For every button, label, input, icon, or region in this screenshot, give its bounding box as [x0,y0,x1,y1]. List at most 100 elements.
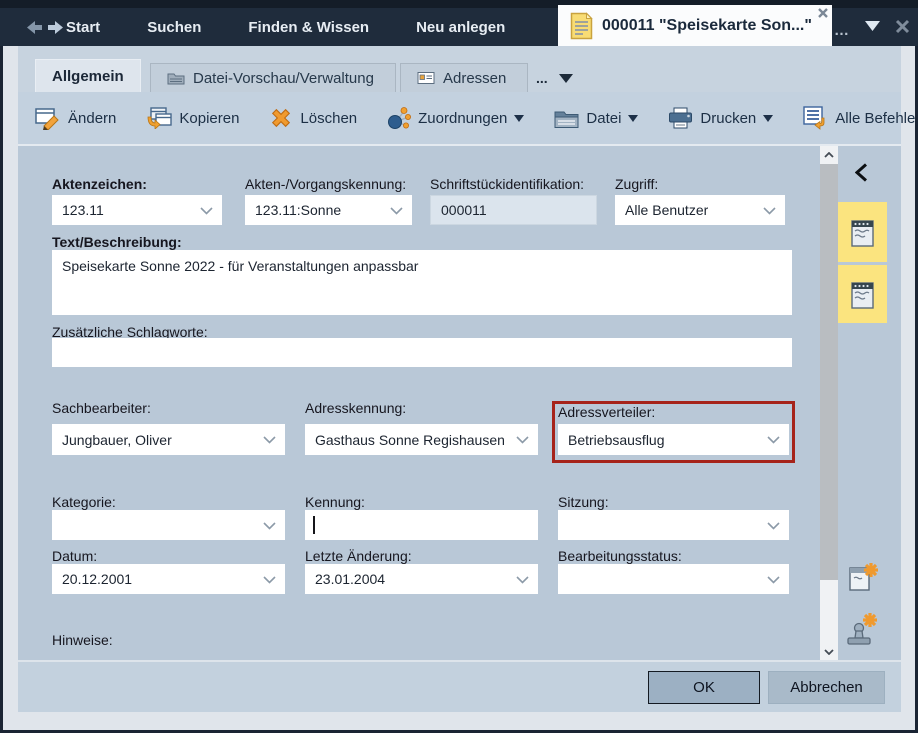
adresskennung-select[interactable]: Gasthaus Sonne Regishausen [305,424,538,455]
chevron-down-icon[interactable] [767,436,780,444]
aktenzeichen-select[interactable]: 123.11 [52,195,222,225]
schlagworte-input[interactable] [52,338,792,367]
loeschen-label: Löschen [300,110,357,127]
loeschen-button[interactable]: Löschen [269,106,357,130]
tab-list-chevron-icon[interactable] [558,73,574,84]
datum-label: Datum: [52,548,97,564]
application-window: Start Suchen Finden & Wissen Neu anlegen… [0,0,918,733]
tab-datei-vorschau[interactable]: Datei-Vorschau/Verwaltung [150,63,396,92]
datei-button[interactable]: Datei [554,108,638,129]
scroll-down-button[interactable] [820,643,838,660]
alle-befehle-button[interactable]: Alle Befehle [803,106,918,130]
tab-adressen-label: Adressen [443,70,506,87]
bearbeitungsstatus-select[interactable] [558,564,789,594]
sachbearbeiter-value: Jungbauer, Oliver [52,432,172,448]
title-ribbon-bar: Start Suchen Finden & Wissen Neu anlegen… [0,0,918,46]
form-area: Aktenzeichen: 123.11 Akten-/Vorgangskenn… [18,146,901,660]
adressverteiler-label: Adressverteiler: [558,404,655,420]
tab-overflow-ellipsis[interactable]: ... [536,70,548,86]
kategorie-select[interactable] [52,510,285,540]
ribbon-tab-strip: Start Suchen Finden & Wissen Neu anlegen [66,0,505,46]
aendern-label: Ändern [68,110,116,127]
close-icon[interactable] [895,19,910,34]
kennung-input[interactable] [305,510,538,540]
chevron-down-icon[interactable] [200,207,213,215]
datum-select[interactable]: 20.12.2001 [52,564,285,594]
new-note-icon[interactable] [846,560,880,594]
chevron-down-icon[interactable] [263,576,276,584]
edit-icon [35,107,61,130]
document-icon [570,12,593,40]
beschreibung-label: Text/Beschreibung: [52,234,182,250]
beschreibung-value: Speisekarte Sonne 2022 - für Veranstaltu… [52,250,792,282]
ribbon-tab-suchen[interactable]: Suchen [147,19,201,36]
zugriff-value: Alle Benutzer [615,202,708,218]
ok-button[interactable]: OK [648,671,760,704]
sachbearbeiter-label: Sachbearbeiter: [52,400,151,416]
text-cursor [313,516,315,534]
schriftstueck-id-label: Schriftstückidentifikation: [430,176,584,192]
document-tab[interactable]: 000011 "Speisekarte Son..." [558,5,832,46]
forward-arrow-icon[interactable] [47,20,64,35]
dialog-outer: Allgemein Datei-Vorschau/Verwaltung [3,46,915,730]
aendern-button[interactable]: Ändern [35,107,116,130]
adressverteiler-select[interactable]: Betriebsausflug [558,424,789,455]
letzte-aenderung-select[interactable]: 23.01.2004 [305,564,538,594]
abbrechen-button[interactable]: Abbrechen [768,671,885,704]
vorgangskennung-value: 123.11:Sonne [245,202,341,218]
chevron-down-icon[interactable] [516,436,529,444]
drucken-label: Drucken [700,110,756,127]
dialog-footer: OK Abbrechen [18,660,901,712]
alle-befehle-label: Alle Befehle [835,110,915,127]
datum-value: 20.12.2001 [52,571,132,587]
tab-allgemein-label: Allgemein [52,68,124,85]
dropdown-caret-icon [628,115,638,122]
all-commands-icon [803,106,828,130]
back-arrow-icon[interactable] [26,20,43,35]
bearbeitungsstatus-label: Bearbeitungsstatus: [558,548,682,564]
document-tab-close-icon[interactable] [817,7,829,19]
chevron-down-icon[interactable] [390,207,403,215]
drucken-button[interactable]: Drucken [668,107,773,129]
history-nav [26,20,64,35]
sticky-note-2[interactable] [838,265,887,323]
zugriff-select[interactable]: Alle Benutzer [615,195,785,225]
zuordnungen-label: Zuordnungen [418,110,507,127]
delete-icon [269,106,293,130]
overflow-ellipsis[interactable]: … [834,26,850,36]
file-folder-icon [554,108,579,129]
schriftstueck-id-field: 000011 [430,195,597,225]
tab-adressen[interactable]: Adressen [400,63,528,92]
chevron-down-icon[interactable] [767,576,780,584]
tab-datei-vorschau-label: Datei-Vorschau/Verwaltung [193,70,374,87]
ribbon-tab-start[interactable]: Start [66,19,100,36]
assignments-icon [387,107,411,130]
chevron-down-icon[interactable] [763,207,776,215]
chevron-down-icon[interactable] [516,576,529,584]
copy-icon [146,107,172,129]
collapse-panel-chevron-icon[interactable] [855,163,868,182]
chevron-down-icon[interactable] [263,436,276,444]
ribbon-tab-neu-anlegen[interactable]: Neu anlegen [416,19,505,36]
kategorie-label: Kategorie: [52,494,116,510]
schriftstueck-id-value: 000011 [431,202,487,218]
scroll-up-button[interactable] [820,146,838,163]
notepad-icon [849,217,876,248]
sticky-note-1[interactable] [838,202,887,262]
vorgangskennung-select[interactable]: 123.11:Sonne [245,195,412,225]
tab-allgemein[interactable]: Allgemein [35,59,141,92]
chevron-down-icon[interactable] [263,522,276,530]
kopieren-button[interactable]: Kopieren [146,107,239,129]
notepad-icon [849,279,876,310]
zuordnungen-button[interactable]: Zuordnungen [387,107,524,130]
sachbearbeiter-select[interactable]: Jungbauer, Oliver [52,424,285,455]
scrollbar-thumb[interactable] [820,164,838,580]
sitzung-select[interactable] [558,510,789,540]
new-stamp-icon[interactable] [844,611,880,649]
chevron-down-icon[interactable] [767,522,780,530]
letzte-aenderung-value: 23.01.2004 [305,571,385,587]
beschreibung-textarea[interactable]: Speisekarte Sonne 2022 - für Veranstaltu… [52,250,792,315]
chevron-down-icon[interactable] [864,20,881,32]
vertical-scrollbar[interactable] [820,146,838,660]
ribbon-tab-finden-wissen[interactable]: Finden & Wissen [248,19,369,36]
